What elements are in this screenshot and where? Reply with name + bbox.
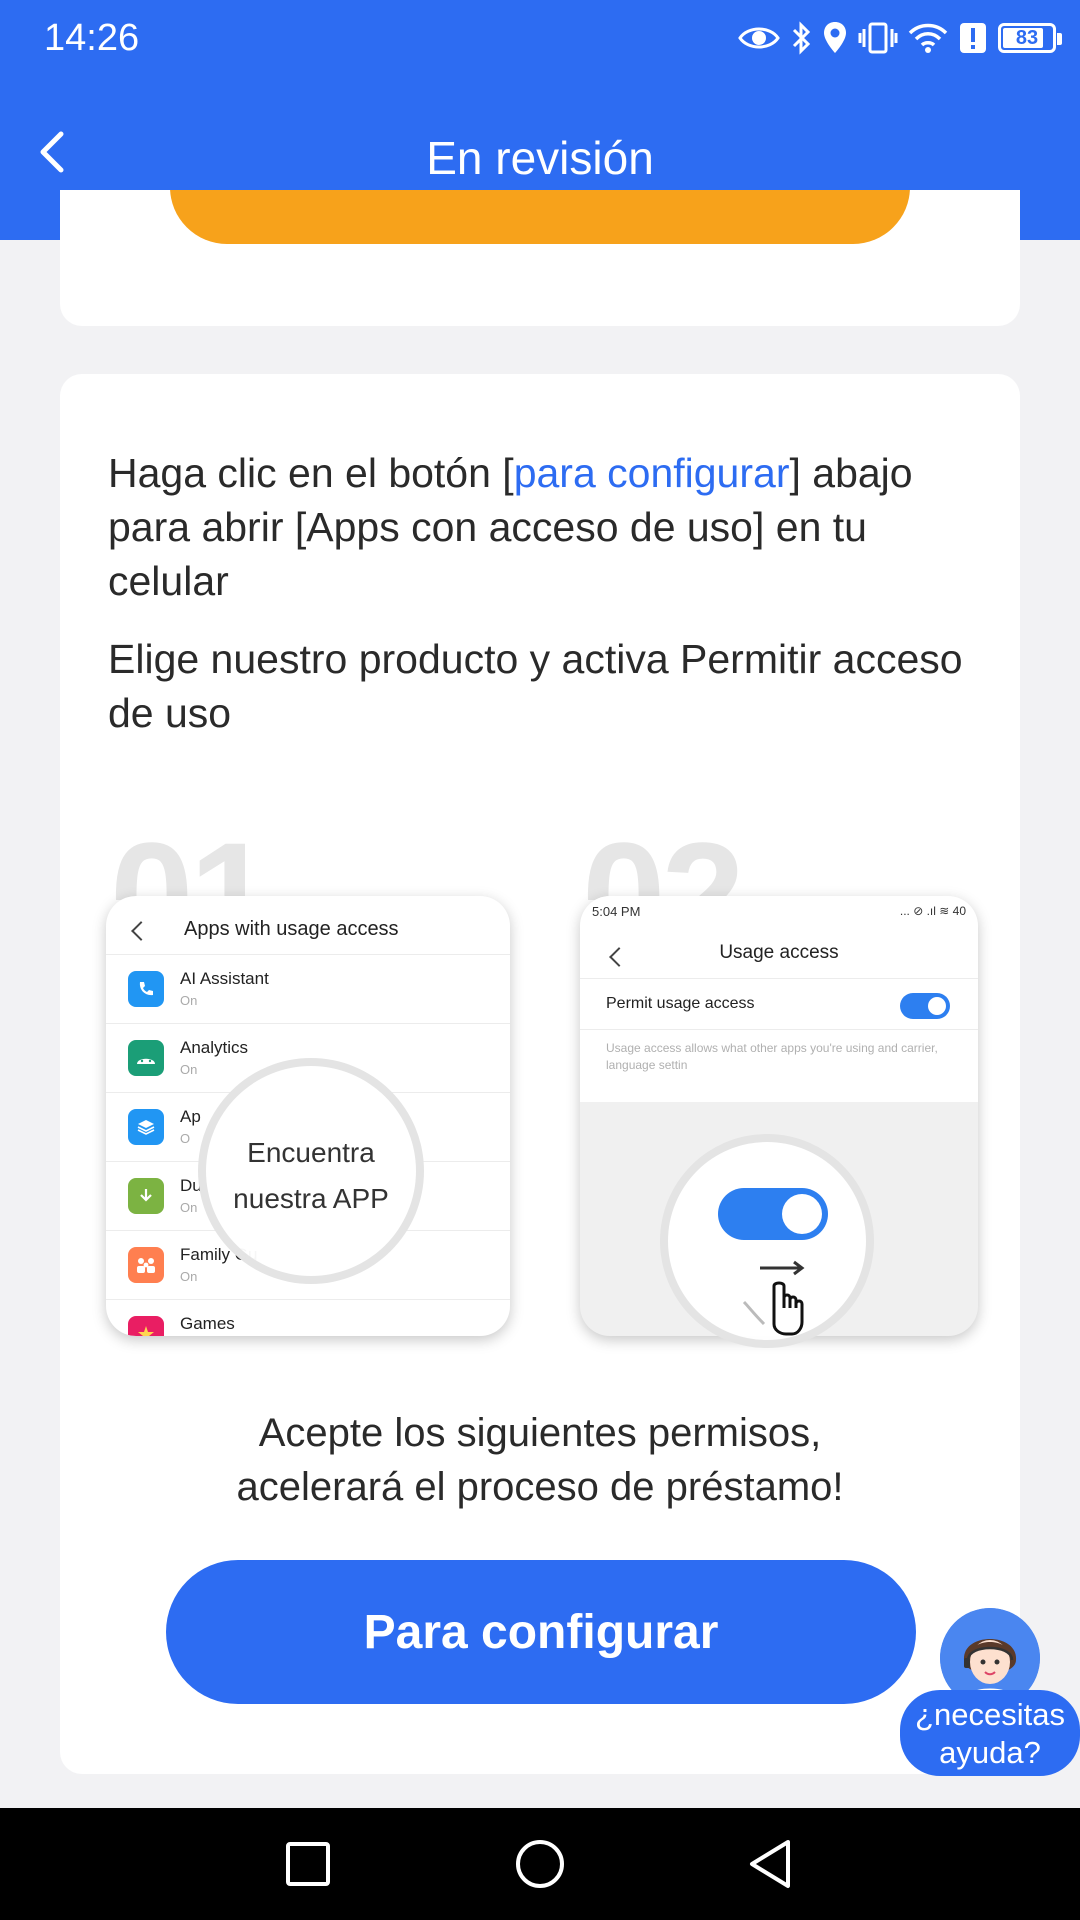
games-icon <box>128 1316 164 1336</box>
phone2-status-icons: ... ⊘ .ıl ≋ 40 <box>899 904 966 918</box>
configure-button[interactable]: Para configurar <box>166 1560 916 1704</box>
page-title: En revisión <box>426 132 654 184</box>
help-text-line-2: ayuda? <box>939 1735 1041 1770</box>
permit-usage-row: Permit usage access <box>580 978 978 1030</box>
magnifier-toggle <box>660 1134 874 1348</box>
bluetooth-icon <box>792 21 811 55</box>
circle-icon <box>516 1840 564 1888</box>
help-text-line-1: ¿necesitas <box>915 1697 1065 1732</box>
system-navigation-bar <box>0 1808 1080 1920</box>
permit-usage-toggle <box>900 993 950 1019</box>
app-name: Games <box>180 1314 235 1333</box>
home-button[interactable] <box>510 1834 570 1894</box>
accept-permissions-text: Acepte los siguientes permisos, acelerar… <box>60 1406 1020 1514</box>
battery-icon: 83 <box>998 23 1062 53</box>
eye-icon <box>738 27 780 49</box>
permit-usage-label: Permit usage access <box>606 995 755 1012</box>
app-status: On <box>180 993 198 1008</box>
step-number-1: 01 <box>110 820 269 900</box>
usage-access-card: Haga clic en el botón [para configurar] … <box>60 374 1020 1774</box>
instruction-text-1: Haga clic en el botón [para configurar] … <box>108 446 988 608</box>
accept-text-line-2: acelerará el proceso de préstamo! <box>236 1465 844 1509</box>
phone2-title: Usage access <box>719 942 839 963</box>
status-icons: 83 <box>738 14 1062 62</box>
app-status: On <box>180 1200 198 1215</box>
instruction-text-1-start: Haga clic en el botón [ <box>108 450 514 496</box>
previous-card <box>60 190 1020 326</box>
phone2-settings-panel: 5:04 PM ... ⊘ .ıl ≋ 40 Usage access Perm… <box>580 896 978 1102</box>
magnifier-text-line-2: nuestra APP <box>233 1183 389 1214</box>
app-row: AI Assistant On <box>106 954 510 1023</box>
orange-button-edge[interactable] <box>170 190 910 244</box>
step-number-2: 02 <box>582 820 741 900</box>
app-row: Games <box>106 1299 510 1336</box>
phone1-title: Apps with usage access <box>184 918 399 940</box>
magnifier-text-line-1: Encuentra <box>247 1137 375 1168</box>
app-name: Analytics <box>180 1038 249 1057</box>
battery-level: 83 <box>1015 27 1039 49</box>
wifi-icon <box>908 23 948 53</box>
download-icon <box>128 1178 164 1214</box>
enabled-toggle-icon <box>718 1188 828 1240</box>
app-name: AI Assistant <box>180 969 269 988</box>
magnifier-find-app: Encuentra nuestra APP <box>198 1058 424 1284</box>
android-icon <box>128 1040 164 1076</box>
layers-icon <box>128 1109 164 1145</box>
app-status: On <box>180 1269 198 1284</box>
help-button[interactable]: ¿necesitas ayuda? <box>900 1608 1080 1776</box>
tap-hand-icon <box>742 1260 805 1336</box>
app-status: On <box>180 1062 198 1077</box>
back-nav-button[interactable] <box>740 1834 800 1894</box>
configure-link-text: para configurar <box>513 450 790 496</box>
permit-usage-description: Usage access allows what other apps you'… <box>606 1041 938 1072</box>
vibrate-icon <box>858 22 898 54</box>
ai-assistant-icon <box>128 971 164 1007</box>
magnifier-text: Encuentra nuestra APP <box>206 1130 416 1222</box>
phone1-back-icon <box>131 921 151 941</box>
alert-icon <box>960 23 986 53</box>
square-icon <box>286 1842 330 1886</box>
instruction-text-2: Elige nuestro producto y activa Permitir… <box>108 636 963 736</box>
accept-text-line-1: Acepte los siguientes permisos, <box>258 1411 822 1455</box>
triangle-back-icon <box>750 1840 790 1888</box>
family-icon <box>128 1247 164 1283</box>
location-icon <box>824 22 846 53</box>
app-name: Ap <box>180 1107 201 1126</box>
recents-button[interactable] <box>278 1834 338 1894</box>
app-status: O <box>180 1131 191 1146</box>
help-bubble[interactable]: ¿necesitas ayuda? <box>900 1690 1080 1776</box>
status-time: 14:26 <box>44 17 140 59</box>
phone2-time: 5:04 PM <box>592 904 641 919</box>
